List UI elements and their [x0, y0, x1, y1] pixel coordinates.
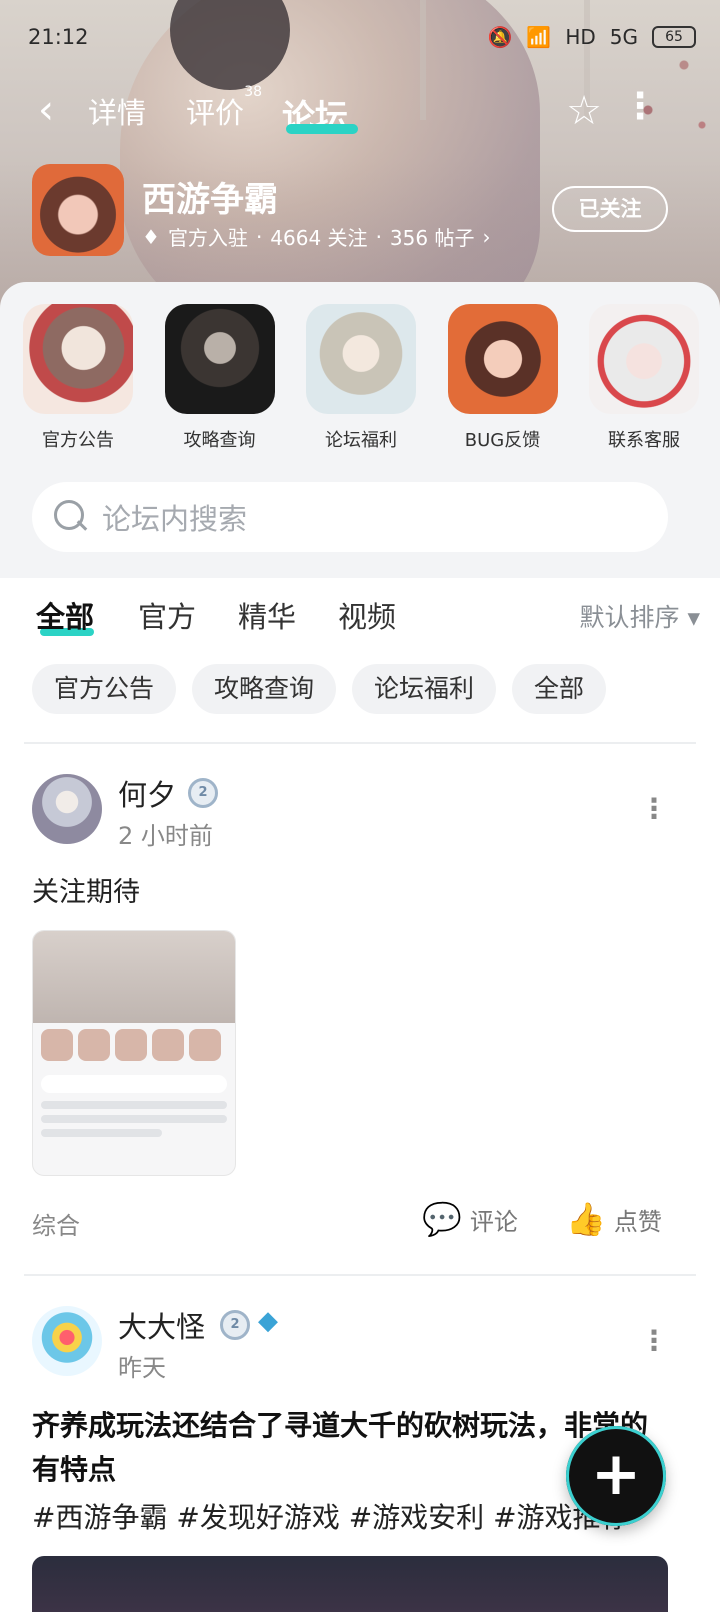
filter-tab-video[interactable]: 视频 [338, 594, 396, 636]
shortcut-thumb [306, 304, 416, 414]
tab-reviews-label: 评价 [186, 96, 245, 130]
signal-icon: 5G [609, 25, 638, 49]
divider [24, 1274, 696, 1276]
battery-icon: 65 [652, 26, 696, 48]
level-badge-icon: 2 [220, 1310, 250, 1340]
chip-official-notice[interactable]: 官方公告 [32, 664, 177, 714]
post-text[interactable]: 关注期待 [32, 870, 140, 909]
filter-tab-featured[interactable]: 精华 [238, 594, 296, 636]
search-icon [50, 497, 90, 537]
status-time: 21:12 [28, 25, 89, 49]
shortcut-label: 联系客服 [608, 430, 680, 451]
game-meta[interactable]: ♦ 官方入驻 · 4664 关注 · 356 帖子 › [142, 222, 490, 251]
post-username[interactable]: 大大怪 [118, 1304, 205, 1346]
shortcut-thumb [447, 304, 558, 414]
tab-details[interactable]: 详情 [88, 90, 146, 132]
plus-icon[interactable]: + [566, 1426, 666, 1526]
shortcut-thumb [164, 304, 275, 414]
comment-label: 评论 [469, 1207, 518, 1236]
shortcut-customer-service[interactable]: 联系客服 [588, 304, 700, 452]
chevron-right-icon: › [482, 224, 491, 249]
sort-dropdown[interactable]: 默认排序 ▾ [580, 598, 701, 634]
more-vertical-icon[interactable]: ⋮ [640, 1324, 668, 1357]
forum-panel: 官方公告 攻略查询 论坛福利 BUG反馈 联系客服 论坛内搜索 [0, 282, 720, 578]
star-icon[interactable]: ☆ [566, 88, 602, 134]
like-label: 点赞 [613, 1207, 662, 1236]
shortcut-bug-report[interactable]: BUG反馈 [447, 304, 559, 452]
back-arrow-icon[interactable]: ‹ [38, 90, 68, 130]
avatar[interactable] [32, 1306, 102, 1376]
like-button[interactable]: 👍 点赞 [566, 1200, 662, 1238]
official-label: 官方入驻 [167, 226, 248, 250]
diamond-icon: ♦ [142, 224, 160, 249]
level-badge-icon: 2 [188, 778, 218, 808]
shortcut-official-notice[interactable]: 官方公告 [22, 304, 134, 452]
shortcut-welfare[interactable]: 论坛福利 [305, 304, 417, 452]
shortcut-thumb [589, 304, 699, 414]
post-image[interactable] [32, 930, 236, 1176]
active-tab-indicator [286, 124, 358, 134]
chip-welfare[interactable]: 论坛福利 [352, 664, 497, 714]
game-icon[interactable] [32, 164, 124, 256]
shortcut-row: 官方公告 攻略查询 论坛福利 BUG反馈 联系客服 [22, 304, 700, 452]
shortcut-label: 官方公告 [42, 430, 114, 451]
tab-reviews[interactable]: 评价 38 [186, 84, 262, 132]
tab-details-label: 详情 [88, 96, 147, 130]
game-name: 西游争霸 [142, 180, 278, 220]
post-category[interactable]: 综合 [32, 1206, 80, 1241]
crystal-icon: ◆ [258, 1306, 278, 1336]
shortcut-guide[interactable]: 攻略查询 [164, 304, 276, 452]
post-username[interactable]: 何夕 [118, 772, 176, 814]
category-chips: 官方公告 攻略查询 论坛福利 全部 [32, 664, 607, 714]
post-tags[interactable]: #西游争霸 #发现好游戏 #游戏安利 #游戏推荐 [32, 1496, 629, 1536]
wifi-icon: 📶 [526, 25, 552, 49]
shortcut-label: 攻略查询 [183, 430, 256, 451]
shortcut-label: 论坛福利 [325, 430, 397, 451]
filter-tab-all[interactable]: 全部 [36, 594, 94, 636]
forum-search-input[interactable]: 论坛内搜索 [32, 482, 668, 552]
chip-all[interactable]: 全部 [512, 664, 607, 714]
post-image-icons [33, 1023, 235, 1067]
post-image[interactable] [32, 1556, 668, 1612]
follow-button[interactable]: 已关注 [552, 186, 668, 232]
post-image-line [41, 1129, 163, 1137]
status-icons: 🔕 📶 HD 5G 65 [487, 25, 696, 49]
shortcut-label: BUG反馈 [464, 430, 541, 451]
search-placeholder: 论坛内搜索 [102, 502, 248, 536]
status-bar: 21:12 🔕 📶 HD 5G 65 [28, 20, 696, 54]
shortcut-thumb [23, 304, 133, 414]
more-vertical-icon[interactable]: ⋮ [640, 792, 668, 825]
divider [24, 742, 696, 744]
chip-guide[interactable]: 攻略查询 [192, 664, 337, 714]
more-vertical-icon[interactable]: ⋮ [622, 86, 658, 127]
post-time: 2 小时前 [118, 822, 213, 850]
avatar[interactable] [32, 774, 102, 844]
posts-count: 356 帖子 [389, 226, 475, 250]
thumbs-up-icon: 👍 [566, 1200, 606, 1238]
hd-icon: HD [565, 25, 596, 49]
post-image-line [41, 1115, 227, 1123]
reviews-count-badge: 38 [244, 84, 263, 100]
meta-separator: · [375, 224, 382, 249]
filter-tabs: 全部 官方 精华 视频 默认排序 ▾ [36, 594, 700, 644]
mute-icon: 🔕 [487, 25, 513, 49]
top-nav: ‹ 详情 评价 38 论坛 ☆ ⋮ [0, 84, 720, 136]
post-footer: 综合 💬 评论 👍 点赞 [32, 1200, 688, 1244]
filter-tab-official[interactable]: 官方 [138, 594, 196, 636]
comment-button[interactable]: 💬 评论 [422, 1200, 518, 1238]
post-image-line [41, 1101, 227, 1109]
meta-separator: · [255, 224, 263, 249]
comment-icon: 💬 [422, 1200, 462, 1238]
post-time: 昨天 [118, 1354, 166, 1382]
post-image-header [33, 931, 235, 1023]
followers-count: 4664 关注 [270, 226, 368, 250]
post-image-search [41, 1075, 227, 1093]
